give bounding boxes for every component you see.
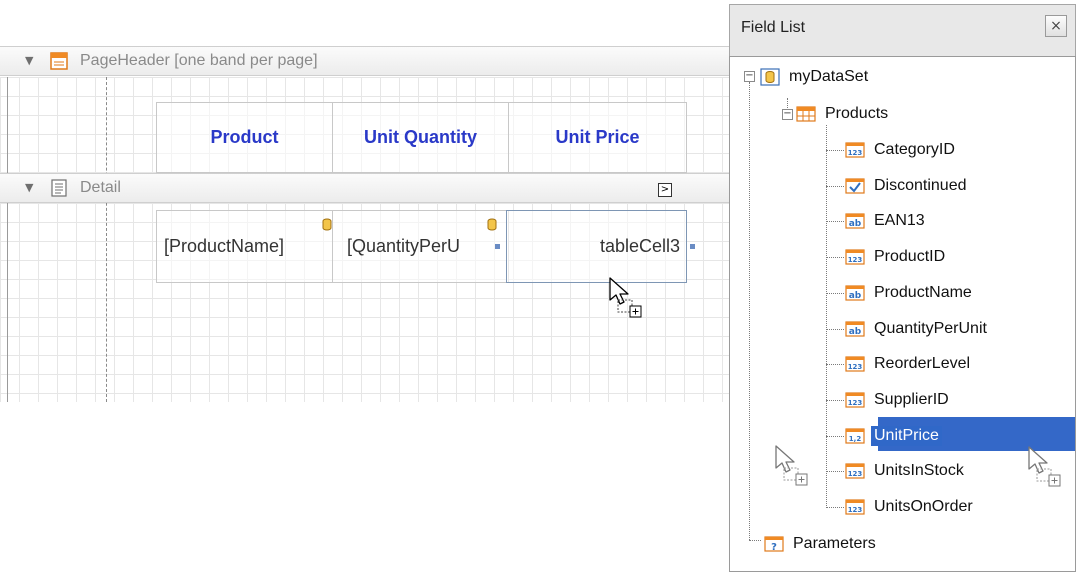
tree-node-field[interactable]: ab QuantityPerUnit (845, 318, 990, 340)
svg-text:?: ? (771, 542, 777, 553)
svg-text:ab: ab (849, 291, 862, 301)
tree-line (749, 540, 761, 541)
tree-node-field[interactable]: 123 UnitsInStock (845, 460, 967, 482)
tree-node-label: ProductID (874, 248, 946, 265)
number-field-icon: 123 (845, 142, 865, 158)
tree-node-field[interactable]: 123 UnitsOnOrder (845, 496, 976, 518)
database-binding-icon (322, 218, 332, 231)
tree-node-field[interactable]: 123 SupplierID (845, 389, 952, 411)
table-detail-cell[interactable]: [QuantityPerU (332, 210, 509, 283)
tree-line (749, 82, 750, 540)
tree-node-label: UnitPrice (871, 426, 942, 446)
svg-text:123: 123 (848, 506, 863, 514)
tree-node-label: UnitsInStock (874, 462, 964, 479)
parameters-icon: ? (764, 536, 784, 553)
resize-handle[interactable] (690, 244, 695, 249)
table-detail-cell[interactable]: [ProductName] (156, 210, 333, 283)
collapse-expander-icon[interactable]: − (744, 71, 755, 82)
collapse-arrow-icon[interactable]: ▼ (25, 181, 33, 194)
detail-band-icon (51, 179, 67, 197)
tree-node-table[interactable]: Products (796, 103, 891, 125)
field-list-title: Field List (741, 19, 806, 36)
table-header-cell[interactable]: Unit Quantity (332, 102, 509, 173)
svg-text:ab: ab (849, 327, 862, 337)
tree-node-datasource[interactable]: myDataSet (760, 66, 871, 88)
number-field-icon: 123 (845, 249, 865, 265)
svg-text:123: 123 (848, 399, 863, 407)
tree-line (826, 125, 827, 506)
tree-node-field[interactable]: 123 CategoryID (845, 139, 958, 161)
report-designer-surface[interactable]: ▼ PageHeader [one band per page] ▼ Detai… (0, 0, 730, 402)
number-field-icon: 123 (845, 392, 865, 408)
tree-node-label: CategoryID (874, 141, 955, 158)
selected-table-cell[interactable]: tableCell3 (506, 210, 687, 283)
tree-node-label: SupplierID (874, 391, 949, 408)
number-field-icon: 123 (845, 356, 865, 372)
string-field-icon: ab (845, 285, 865, 301)
tree-line (826, 507, 844, 508)
margin-guide-line (106, 77, 107, 402)
close-button[interactable]: × (1045, 15, 1067, 37)
tree-node-label: myDataSet (789, 68, 869, 85)
number-field-icon: 1,2 (845, 428, 865, 444)
table-header-cell[interactable]: Product (156, 102, 333, 173)
smart-tag-button[interactable]: > (658, 183, 672, 197)
drag-copy-cursor-icon (609, 277, 642, 318)
left-margin-line (7, 77, 8, 402)
svg-text:123: 123 (848, 256, 863, 264)
svg-text:123: 123 (848, 149, 863, 157)
table-header-cell[interactable]: Unit Price (508, 102, 687, 173)
database-binding-icon (487, 218, 497, 231)
page-header-band-icon (50, 52, 68, 70)
detail-band-header[interactable]: ▼ Detail > (0, 173, 730, 203)
tree-line (826, 436, 844, 437)
number-field-icon: 123 (845, 499, 865, 515)
collapse-arrow-icon[interactable]: ▼ (25, 54, 33, 67)
drag-copy-cursor-icon (1028, 446, 1061, 487)
tree-line (826, 221, 844, 222)
detail-band-title: Detail (80, 179, 121, 196)
page-header-band-title: PageHeader [one band per page] (80, 52, 318, 69)
resize-handle[interactable] (495, 244, 500, 249)
tree-node-label: ProductName (874, 284, 972, 301)
datasource-icon (760, 68, 780, 86)
tree-node-label: QuantityPerUnit (874, 320, 987, 337)
string-field-icon: ab (845, 321, 865, 337)
svg-text:ab: ab (849, 219, 862, 229)
tree-line (826, 293, 844, 294)
tree-node-field[interactable]: 123 ReorderLevel (845, 353, 973, 375)
svg-text:123: 123 (848, 470, 863, 478)
tree-node-field[interactable]: Discontinued (845, 175, 970, 197)
tree-node-label: UnitsOnOrder (874, 498, 973, 515)
tree-line (826, 329, 844, 330)
tree-node-label: ReorderLevel (874, 355, 971, 372)
tree-node-field[interactable]: 1,2 UnitPrice (845, 425, 942, 447)
collapse-expander-icon[interactable]: − (782, 109, 793, 120)
number-field-icon: 123 (845, 463, 865, 479)
tree-line (826, 471, 844, 472)
table-icon (796, 106, 816, 122)
tree-node-field[interactable]: 123 ProductID (845, 246, 948, 268)
svg-text:123: 123 (848, 363, 863, 371)
tree-node-field[interactable]: ab EAN13 (845, 210, 928, 232)
tree-node-field[interactable]: ab ProductName (845, 282, 975, 304)
boolean-field-icon (845, 178, 865, 194)
tree-node-parameters[interactable]: ? Parameters (764, 533, 879, 555)
tree-line (826, 186, 844, 187)
tree-line (826, 400, 844, 401)
tree-line (826, 364, 844, 365)
tree-node-label: Parameters (793, 535, 876, 552)
field-list-tree[interactable] (729, 56, 1076, 572)
tree-node-label: Discontinued (874, 177, 967, 194)
drag-copy-cursor-icon (775, 445, 808, 486)
svg-text:1,2: 1,2 (849, 435, 862, 443)
tree-node-label: EAN13 (874, 212, 925, 229)
tree-line (826, 257, 844, 258)
string-field-icon: ab (845, 213, 865, 229)
tree-line (826, 150, 844, 151)
page-header-band-header[interactable]: ▼ PageHeader [one band per page] (0, 46, 730, 76)
tree-node-label: Products (825, 105, 889, 122)
